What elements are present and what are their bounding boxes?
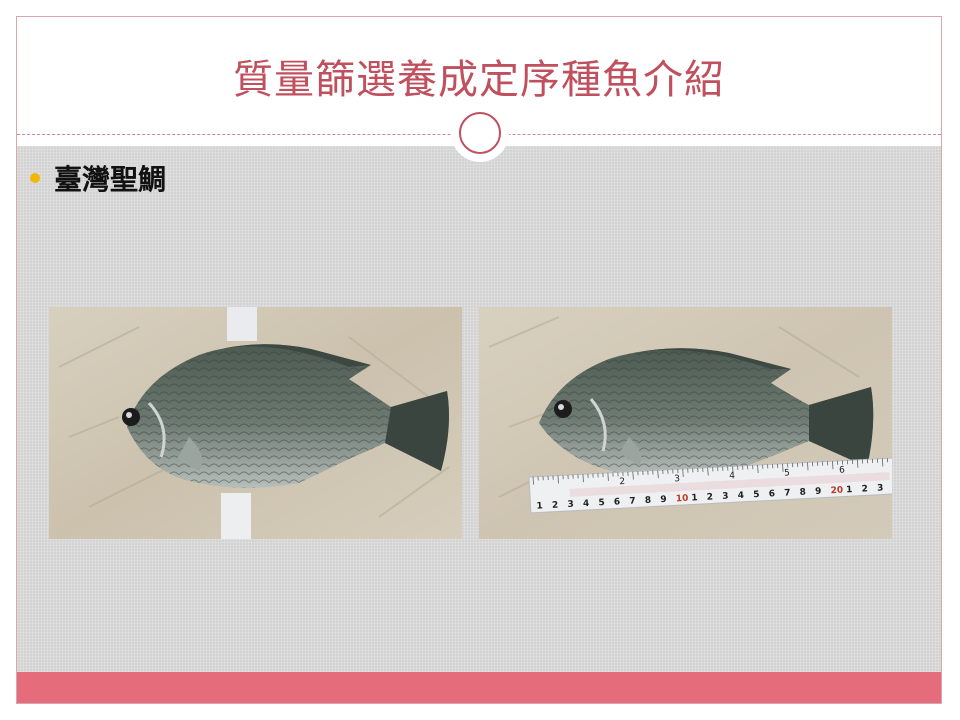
ruler-number-top: 6 <box>839 465 846 475</box>
footer-accent-bar <box>17 672 941 703</box>
ruler-number-bottom: 2 <box>861 484 868 494</box>
ruler-top <box>227 307 257 341</box>
ruler-bottom <box>221 493 251 539</box>
ruler-number-bottom: 5 <box>753 490 760 500</box>
ruler-number-bottom: 4 <box>583 499 590 509</box>
ruler-number-top: 4 <box>729 471 736 481</box>
bullet-dot-icon <box>30 173 40 183</box>
ruler-number-bottom: 8 <box>799 488 806 498</box>
ruler-number-bottom: 2 <box>552 501 559 511</box>
ruler-number-bottom: 6 <box>768 489 775 499</box>
bullet-text: 臺灣聖鯛 <box>54 163 167 196</box>
ruler-number-bottom: 8 <box>645 496 652 506</box>
ruler-number-bottom: 1 <box>536 501 543 511</box>
ruler-number-bottom: 9 <box>815 487 822 497</box>
ruler-number-bottom: 6 <box>614 497 621 507</box>
ornament-ring-icon <box>459 112 501 154</box>
ruler-number-top: 5 <box>784 468 790 478</box>
ruler-number-bottom: 7 <box>784 488 791 498</box>
ruler-number-bottom: 1 <box>691 493 698 503</box>
ruler-number-top: 2 <box>619 477 625 487</box>
ruler-number-bottom: 5 <box>598 498 605 508</box>
fish-photo-1 <box>49 307 462 539</box>
ruler-number-bottom: 10 <box>676 494 689 505</box>
ruler-number-bottom: 2 <box>707 492 714 502</box>
slide-title: 質量篩選養成定序種魚介紹 <box>233 57 725 103</box>
ruler-number-bottom: 9 <box>660 495 667 505</box>
ruler-number-bottom: 3 <box>877 483 884 493</box>
ruler-number-top: 3 <box>674 474 680 484</box>
ruler-number-bottom: 7 <box>629 496 636 506</box>
fish-photo-2: 2345671234567891012345678920123 <box>479 307 892 539</box>
ruler-number-bottom: 3 <box>567 500 574 510</box>
ruler-number-bottom: 4 <box>738 491 745 501</box>
ruler-number-bottom: 3 <box>722 492 729 502</box>
ruler-number-bottom: 1 <box>846 485 853 495</box>
ruler-number-bottom: 20 <box>830 486 843 497</box>
bullet-item: 臺灣聖鯛 <box>30 160 166 196</box>
